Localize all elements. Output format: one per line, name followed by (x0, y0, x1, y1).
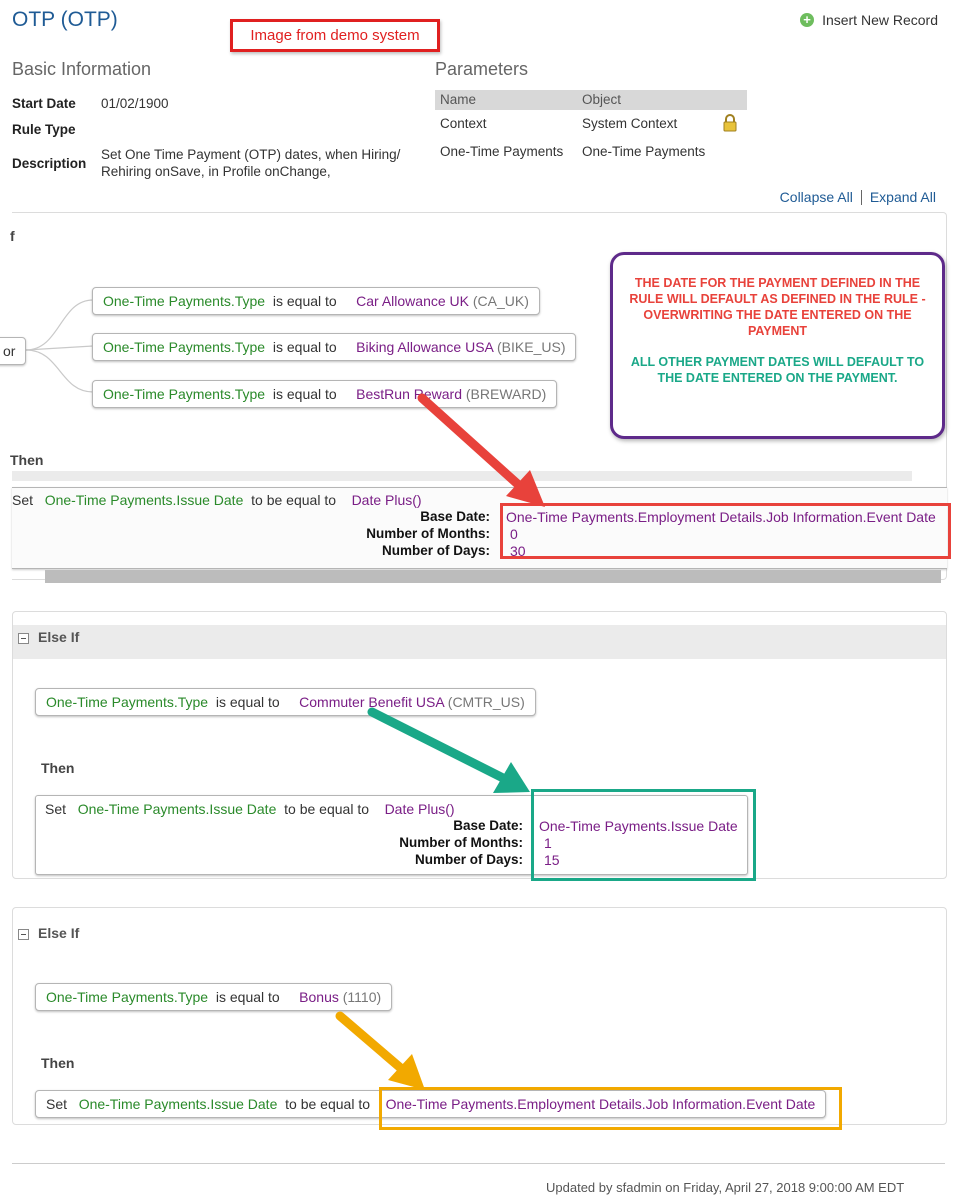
highlight-teal-box (531, 789, 756, 881)
set-field: One-Time Payments.Issue Date (77, 801, 277, 817)
set-field: One-Time Payments.Issue Date (44, 492, 244, 508)
else-if-1-condition[interactable]: One-Time Payments.Type is equal to Commu… (35, 688, 536, 716)
footer-divider (12, 1163, 945, 1164)
parameters-table-header: Name Object (435, 90, 747, 110)
else-if-toggle-2[interactable]: Else If (18, 925, 79, 941)
if-set-line: Set One-Time Payments.Issue Date to be e… (12, 492, 422, 508)
condition-code: (BIKE_US) (497, 339, 566, 355)
condition-value: BestRun Reward (356, 386, 462, 402)
description-line-2: Rehiring onSave, in Profile onChange, (101, 164, 331, 179)
description-line-1: Set One Time Payment (OTP) dates, when H… (101, 147, 401, 162)
if-label: f (10, 228, 15, 244)
param-object: One-Time Payments (582, 144, 706, 159)
collapse-expand-links: Collapse All Expand All (780, 189, 936, 205)
condition-operator: is equal to (215, 694, 280, 710)
condition-code: (CA_UK) (472, 293, 529, 309)
or-label: or (3, 343, 16, 359)
months-label: Number of Months: (399, 835, 523, 850)
set-keyword: Set (45, 801, 67, 817)
condition-value: Car Allowance UK (356, 293, 469, 309)
condition-code: (1110) (342, 989, 382, 1005)
rule-type-label: Rule Type (12, 122, 76, 137)
description-label: Description (12, 156, 87, 171)
then-label: Then (10, 452, 44, 468)
horizontal-scrollbar[interactable] (45, 570, 941, 583)
condition-code: (CMTR_US) (447, 694, 525, 710)
note-callout: THE DATE FOR THE PAYMENT DEFINED IN THE … (610, 252, 945, 439)
condition-operator: is equal to (272, 293, 337, 309)
start-date-value: 01/02/1900 (101, 96, 169, 111)
set-keyword: Set (46, 1096, 68, 1112)
condition-operator: is equal to (272, 386, 337, 402)
condition-value: Commuter Benefit USA (299, 694, 444, 710)
else-if-2-condition[interactable]: One-Time Payments.Type is equal to Bonus… (35, 983, 393, 1011)
condition-1[interactable]: One-Time Payments.Type is equal to Car A… (92, 287, 540, 315)
then-divider (12, 471, 912, 481)
note-teal-text: ALL OTHER PAYMENT DATES WILL DEFAULT TO … (630, 355, 925, 385)
set-keyword: Set (12, 492, 34, 508)
condition-operator: is equal to (215, 989, 280, 1005)
plus-icon: + (800, 13, 815, 27)
insert-new-record-button[interactable]: + Insert New Record (800, 12, 938, 28)
column-name: Name (440, 92, 477, 107)
then-label: Then (41, 1055, 75, 1071)
param-name: One-Time Payments (440, 144, 564, 159)
condition-field: One-Time Payments.Type (103, 339, 266, 355)
condition-field: One-Time Payments.Type (103, 293, 266, 309)
set-operator: to be equal to (251, 492, 336, 508)
days-label: Number of Days: (414, 852, 523, 867)
page-title: OTP (OTP) (12, 8, 118, 31)
months-label: Number of Months: (366, 526, 490, 541)
set-field: One-Time Payments.Issue Date (78, 1096, 278, 1112)
param-name: Context (440, 116, 487, 131)
column-object: Object (582, 92, 622, 107)
highlight-orange-box (379, 1087, 842, 1130)
condition-field: One-Time Payments.Type (103, 386, 266, 402)
else-if-header-1 (13, 625, 946, 659)
days-label: Number of Days: (381, 543, 490, 558)
note-red-text: THE DATE FOR THE PAYMENT DEFINED IN THE … (629, 276, 926, 338)
basic-information-heading: Basic Information (12, 59, 152, 79)
condition-field: One-Time Payments.Type (46, 694, 209, 710)
set-function: Date Plus() (351, 492, 422, 508)
else-if-1-set-line: Set One-Time Payments.Issue Date to be e… (45, 801, 455, 817)
base-date-label: Base Date: (453, 818, 523, 833)
param-object: System Context (582, 116, 678, 131)
demo-label: Image from demo system (230, 19, 440, 52)
condition-value: Bonus (299, 989, 339, 1005)
condition-2[interactable]: One-Time Payments.Type is equal to Bikin… (92, 333, 577, 361)
else-if-label: Else If (38, 629, 80, 645)
condition-code: (BREWARD) (465, 386, 547, 402)
collapse-icon[interactable] (18, 632, 29, 644)
then-label: Then (41, 760, 75, 776)
parameters-heading: Parameters (435, 59, 529, 79)
lock-icon (722, 114, 738, 135)
base-date-label: Base Date: (420, 509, 490, 524)
start-date-label: Start Date (12, 96, 76, 111)
set-function: Date Plus() (384, 801, 455, 817)
else-if-toggle-1[interactable]: Else If (18, 629, 79, 645)
or-node[interactable]: or (0, 337, 26, 365)
highlight-red-box (500, 503, 951, 559)
footer-updated-text: Updated by sfadmin on Friday, April 27, … (546, 1180, 905, 1195)
insert-new-record-label: Insert New Record (822, 12, 938, 28)
set-operator: to be equal to (285, 1096, 370, 1112)
expand-all-link[interactable]: Expand All (870, 189, 936, 205)
condition-3[interactable]: One-Time Payments.Type is equal to BestR… (92, 380, 558, 408)
else-if-label: Else If (38, 925, 80, 941)
collapse-all-link[interactable]: Collapse All (780, 189, 853, 205)
link-divider (860, 189, 862, 205)
set-operator: to be equal to (284, 801, 369, 817)
condition-field: One-Time Payments.Type (46, 989, 209, 1005)
collapse-icon[interactable] (18, 928, 29, 940)
condition-operator: is equal to (272, 339, 337, 355)
condition-value: Biking Allowance USA (356, 339, 494, 355)
